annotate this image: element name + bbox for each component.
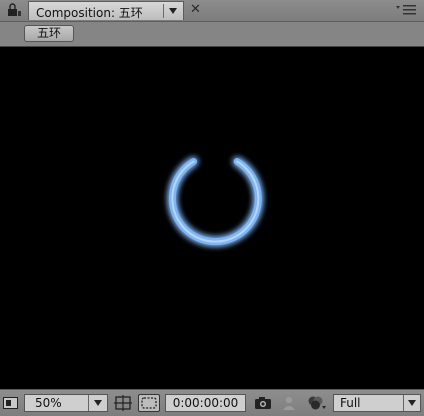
region-of-interest-icon[interactable] [3,397,18,409]
color-channel-icon[interactable] [281,395,297,411]
camera-icon[interactable] [253,395,273,411]
breadcrumb-comp-button[interactable]: 五环 [24,25,74,42]
grid-guides-icon[interactable] [114,395,132,411]
tab-composition-label: Composition: 五环 [36,6,143,20]
glowing-ring-core [171,160,260,243]
viewer-toolbar: 50% 0:00:00:00 Full [0,389,424,416]
resolution-select[interactable]: Full [333,394,421,412]
mask-visibility-icon[interactable] [138,394,160,412]
zoom-value: 50% [35,396,62,410]
timecode-field[interactable]: 0:00:00:00 [165,394,246,412]
show-channel-icon[interactable] [305,394,327,412]
composition-viewer[interactable] [0,47,424,389]
ring-render [168,158,262,246]
chevron-down-icon [88,395,107,411]
zoom-select[interactable]: 50% [24,394,108,412]
tab-composition[interactable]: Composition: 五环 [28,1,184,20]
resolution-value: Full [340,396,361,410]
lock-icon[interactable] [8,3,22,17]
chevron-down-icon[interactable] [163,4,181,18]
panel-tab-bar: Composition: 五环 ✕ [0,0,424,22]
panel-menu-icon[interactable] [394,4,418,16]
composition-navigator: 五环 [0,22,424,46]
close-icon[interactable]: ✕ [190,3,202,16]
chevron-down-icon [403,395,420,411]
